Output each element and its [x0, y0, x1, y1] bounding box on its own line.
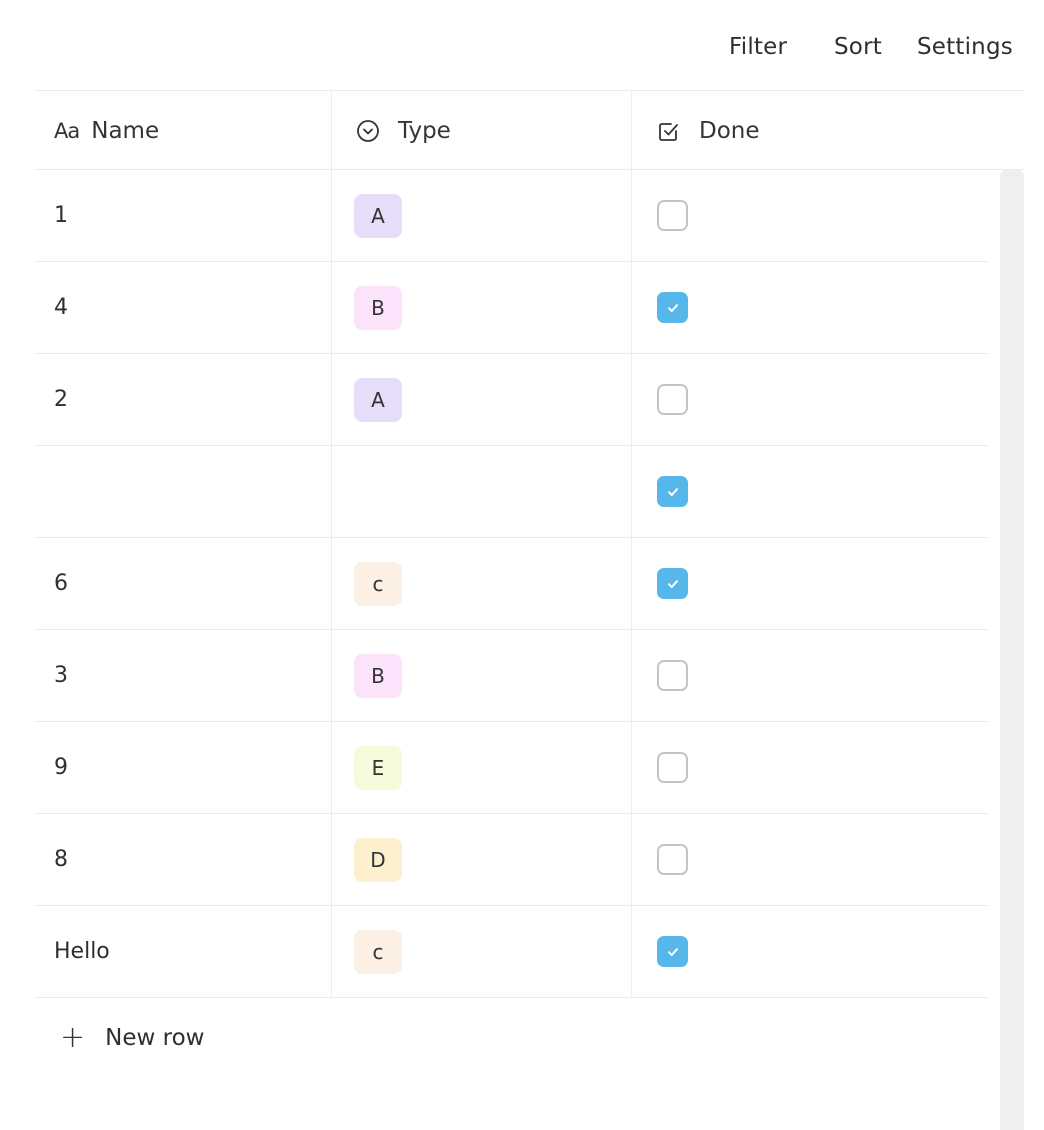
table-row: 4 B — [34, 262, 988, 354]
done-checkbox[interactable] — [657, 476, 688, 507]
column-header-label: Done — [699, 117, 760, 144]
done-cell — [632, 630, 988, 721]
type-tag: c — [354, 929, 402, 974]
name-cell[interactable]: 9 — [34, 722, 332, 813]
name-cell[interactable]: 8 — [34, 814, 332, 905]
settings-button[interactable]: Settings — [917, 34, 1013, 60]
type-cell[interactable]: c — [332, 906, 632, 997]
done-cell — [632, 722, 988, 813]
type-cell[interactable] — [332, 446, 632, 537]
type-cell[interactable]: c — [332, 538, 632, 629]
type-tag: D — [354, 837, 402, 882]
type-cell[interactable]: D — [332, 814, 632, 905]
done-cell — [632, 446, 988, 537]
sort-button[interactable]: Sort — [834, 34, 882, 60]
type-tag: E — [354, 745, 402, 790]
done-cell — [632, 170, 988, 261]
done-checkbox[interactable] — [657, 568, 688, 599]
new-row-button[interactable]: + New row — [34, 998, 988, 1078]
column-header-done[interactable]: Done — [632, 91, 1024, 170]
type-tag: c — [354, 561, 402, 606]
plus-icon: + — [60, 1020, 86, 1055]
column-header-type[interactable]: Type — [332, 91, 632, 170]
table-row: 9 E — [34, 722, 988, 814]
type-cell[interactable]: E — [332, 722, 632, 813]
type-tag: B — [354, 653, 402, 698]
toolbar: Filter Sort Settings — [0, 0, 1044, 90]
type-cell[interactable]: B — [332, 630, 632, 721]
type-tag: A — [354, 377, 402, 422]
done-cell — [632, 906, 988, 997]
done-cell — [632, 538, 988, 629]
text-type-icon: Aa — [54, 118, 80, 143]
name-cell[interactable] — [34, 446, 332, 537]
table-row: 2 A — [34, 354, 988, 446]
done-checkbox[interactable] — [657, 660, 688, 691]
done-cell — [632, 262, 988, 353]
done-cell — [632, 354, 988, 445]
name-cell[interactable]: Hello — [34, 906, 332, 997]
done-checkbox[interactable] — [657, 936, 688, 967]
checkbox-icon — [655, 117, 683, 145]
done-checkbox[interactable] — [657, 292, 688, 323]
type-cell[interactable]: B — [332, 262, 632, 353]
type-cell[interactable]: A — [332, 354, 632, 445]
new-row-label: New row — [105, 1025, 205, 1051]
done-checkbox[interactable] — [657, 752, 688, 783]
name-cell[interactable]: 6 — [34, 538, 332, 629]
type-tag: A — [354, 193, 402, 238]
name-cell[interactable]: 1 — [34, 170, 332, 261]
column-header-label: Name — [91, 117, 160, 144]
column-header-label: Type — [398, 117, 451, 144]
table-body: 1 A 4 B 2 A 6 c 3 B 9 E 8 D Hello c + Ne… — [34, 170, 988, 1078]
table-row: 1 A — [34, 170, 988, 262]
type-tag: B — [354, 285, 402, 330]
table-row — [34, 446, 988, 538]
table-header: Aa Name Type Done — [34, 90, 1024, 170]
name-cell[interactable]: 2 — [34, 354, 332, 445]
vertical-scrollbar[interactable] — [1000, 170, 1024, 1130]
select-icon — [354, 117, 382, 145]
done-checkbox[interactable] — [657, 200, 688, 231]
table-row: 6 c — [34, 538, 988, 630]
done-cell — [632, 814, 988, 905]
table-row: 8 D — [34, 814, 988, 906]
column-header-name[interactable]: Aa Name — [34, 91, 332, 170]
table-row: 3 B — [34, 630, 988, 722]
done-checkbox[interactable] — [657, 844, 688, 875]
name-cell[interactable]: 3 — [34, 630, 332, 721]
name-cell[interactable]: 4 — [34, 262, 332, 353]
type-cell[interactable]: A — [332, 170, 632, 261]
table-row: Hello c — [34, 906, 988, 998]
filter-button[interactable]: Filter — [729, 34, 787, 60]
done-checkbox[interactable] — [657, 384, 688, 415]
